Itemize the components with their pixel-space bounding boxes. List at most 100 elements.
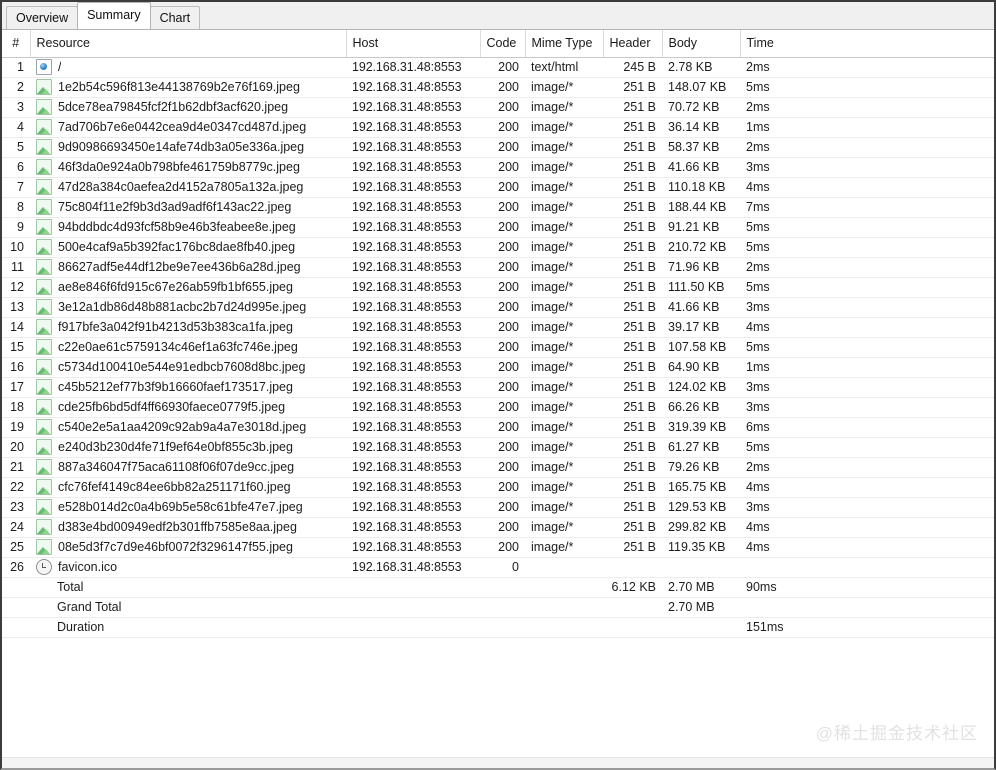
code-cell: 200 bbox=[480, 537, 525, 558]
table-row[interactable]: 12 ae8e846f6fd915c67e26ab59fb1bf655.jpeg 1… bbox=[2, 277, 994, 298]
host-cell: 192.168.31.48:8553 bbox=[346, 177, 480, 198]
table-row[interactable]: 17 c45b5212ef77b3f9b16660faef173517.jpeg 1… bbox=[2, 377, 994, 398]
resource-cell[interactable]: cde25fb6bd5df4ff66930faece0779f5.jpeg bbox=[30, 397, 346, 418]
table-row[interactable]: 1 / 192.168.31.48:8553 200 text/html 245 B 2.7… bbox=[2, 57, 994, 78]
column-header-code[interactable]: Code bbox=[480, 30, 526, 58]
table-row[interactable]: 8 75c804f11e2f9b3d3ad9adf6f143ac22.jpeg 19… bbox=[2, 197, 994, 218]
resource-cell[interactable]: e240d3b230d4fe71f9ef64e0bf855c3b.jpeg bbox=[30, 437, 346, 458]
table-row[interactable]: 21 887a346047f75aca61108f06f07de9cc.jpeg 1… bbox=[2, 457, 994, 478]
resource-cell[interactable]: 1e2b54c596f813e44138769b2e76f169.jpeg bbox=[30, 77, 346, 98]
resource-cell[interactable]: 500e4caf9a5b392fac176bc8dae8fb40.jpeg bbox=[30, 237, 346, 258]
table-row[interactable]: 4 7ad706b7e6e0442cea9d4e0347cd487d.jpeg 19… bbox=[2, 117, 994, 138]
code-cell: 200 bbox=[480, 77, 525, 98]
column-header-header[interactable]: Header bbox=[603, 30, 663, 58]
table-row[interactable]: 24 d383e4bd00949edf2b301ffb7585e8aa.jpeg 1… bbox=[2, 517, 994, 538]
header-size-cell: 251 B bbox=[603, 377, 662, 398]
mime-type-cell: image/* bbox=[525, 157, 603, 178]
table-row[interactable]: 13 3e12a1db86d48b881acbc2b7d24d995e.jpeg 1… bbox=[2, 297, 994, 318]
resource-cell[interactable]: 3e12a1db86d48b881acbc2b7d24d995e.jpeg bbox=[30, 297, 346, 318]
time-cell: 2ms bbox=[740, 457, 994, 478]
time-cell: 5ms bbox=[740, 217, 994, 238]
table-row[interactable]: 23 e528b014d2c0a4b69b5e58c61bfe47e7.jpeg 1… bbox=[2, 497, 994, 518]
resource-cell[interactable]: 75c804f11e2f9b3d3ad9adf6f143ac22.jpeg bbox=[30, 197, 346, 218]
resource-cell[interactable]: e528b014d2c0a4b69b5e58c61bfe47e7.jpeg bbox=[30, 497, 346, 518]
resource-cell[interactable]: d383e4bd00949edf2b301ffb7585e8aa.jpeg bbox=[30, 517, 346, 538]
code-cell: 200 bbox=[480, 517, 525, 538]
column-header-body[interactable]: Body bbox=[662, 30, 741, 58]
time-cell: 2ms bbox=[740, 57, 994, 78]
image-icon bbox=[36, 119, 52, 135]
row-index: 14 bbox=[2, 317, 30, 338]
resource-cell[interactable]: c45b5212ef77b3f9b16660faef173517.jpeg bbox=[30, 377, 346, 398]
resource-cell[interactable]: cfc76fef4149c84ee6bb82a251171f60.jpeg bbox=[30, 477, 346, 498]
table-row[interactable]: 25 08e5d3f7c7d9e46bf0072f3296147f55.jpeg 1… bbox=[2, 537, 994, 558]
resource-cell[interactable]: 46f3da0e924a0b798bfe461759b8779c.jpeg bbox=[30, 157, 346, 178]
resource-cell[interactable]: 94bddbdc4d93fcf58b9e46b3feabee8e.jpeg bbox=[30, 217, 346, 238]
horizontal-scrollbar[interactable] bbox=[2, 757, 994, 768]
resource-cell[interactable]: 887a346047f75aca61108f06f07de9cc.jpeg bbox=[30, 457, 346, 478]
column-header-host[interactable]: Host bbox=[346, 30, 481, 58]
table-row[interactable]: 10 500e4caf9a5b392fac176bc8dae8fb40.jpeg 1… bbox=[2, 237, 994, 258]
image-icon bbox=[36, 319, 52, 335]
table-row[interactable]: 7 47d28a384c0aefea2d4152a7805a132a.jpeg 19… bbox=[2, 177, 994, 198]
row-index: 8 bbox=[2, 197, 30, 218]
resource-cell[interactable]: 9d90986693450e14afe74db3a05e336a.jpeg bbox=[30, 137, 346, 158]
table-row[interactable]: 16 c5734d100410e544e91edbcb7608d8bc.jpeg 1… bbox=[2, 357, 994, 378]
resource-cell[interactable]: ae8e846f6fd915c67e26ab59fb1bf655.jpeg bbox=[30, 277, 346, 298]
resource-cell[interactable]: c540e2e5a1aa4209c92ab9a4a7e3018d.jpeg bbox=[30, 417, 346, 438]
column-header-time[interactable]: Time bbox=[740, 30, 994, 58]
table-row[interactable]: 19 c540e2e5a1aa4209c92ab9a4a7e3018d.jpeg 1… bbox=[2, 417, 994, 438]
tab-summary[interactable]: Summary bbox=[77, 2, 151, 29]
table-row[interactable]: 5 9d90986693450e14afe74db3a05e336a.jpeg 19… bbox=[2, 137, 994, 158]
table-row[interactable]: 20 e240d3b230d4fe71f9ef64e0bf855c3b.jpeg 1… bbox=[2, 437, 994, 458]
mime-type-cell: image/* bbox=[525, 337, 603, 358]
table-row[interactable]: 6 46f3da0e924a0b798bfe461759b8779c.jpeg 19… bbox=[2, 157, 994, 178]
code-cell: 200 bbox=[480, 137, 525, 158]
tab-chart[interactable]: Chart bbox=[149, 6, 201, 29]
column-header-index[interactable]: # bbox=[2, 30, 31, 58]
column-header-resource[interactable]: Resource bbox=[30, 30, 347, 58]
resource-cell[interactable]: 86627adf5e44df12be9e7ee436b6a28d.jpeg bbox=[30, 257, 346, 278]
table-row[interactable]: 9 94bddbdc4d93fcf58b9e46b3feabee8e.jpeg 19… bbox=[2, 217, 994, 238]
table-row[interactable]: 26 favicon.ico 192.168.31.48:8553 0 bbox=[2, 557, 994, 578]
table-row[interactable]: 14 f917bfe3a042f91b4213d53b383ca1fa.jpeg 1… bbox=[2, 317, 994, 338]
header-size-cell: 251 B bbox=[603, 77, 662, 98]
resource-cell[interactable]: / bbox=[30, 57, 346, 78]
resource-cell[interactable]: c5734d100410e544e91edbcb7608d8bc.jpeg bbox=[30, 357, 346, 378]
code-cell: 200 bbox=[480, 437, 525, 458]
column-header-mime-type[interactable]: Mime Type bbox=[525, 30, 604, 58]
table-row[interactable]: 18 cde25fb6bd5df4ff66930faece0779f5.jpeg 1… bbox=[2, 397, 994, 418]
resource-cell[interactable]: f917bfe3a042f91b4213d53b383ca1fa.jpeg bbox=[30, 317, 346, 338]
header-size-cell: 251 B bbox=[603, 97, 662, 118]
host-cell: 192.168.31.48:8553 bbox=[346, 357, 480, 378]
table-row[interactable]: 15 c22e0ae61c5759134c46ef1a63fc746e.jpeg 1… bbox=[2, 337, 994, 358]
resource-cell[interactable]: 47d28a384c0aefea2d4152a7805a132a.jpeg bbox=[30, 177, 346, 198]
body-size-cell: 58.37 KB bbox=[662, 137, 740, 158]
tab-overview[interactable]: Overview bbox=[6, 6, 79, 29]
resource-cell[interactable]: c22e0ae61c5759134c46ef1a63fc746e.jpeg bbox=[30, 337, 346, 358]
mime-type-cell: image/* bbox=[525, 297, 603, 318]
mime-type-cell: image/* bbox=[525, 537, 603, 558]
host-cell: 192.168.31.48:8553 bbox=[346, 397, 480, 418]
summary-mime-cell bbox=[525, 577, 603, 598]
tab-overview-label: Overview bbox=[16, 11, 69, 25]
table-row[interactable]: 22 cfc76fef4149c84ee6bb82a251171f60.jpeg 1… bbox=[2, 477, 994, 498]
resource-cell[interactable]: 7ad706b7e6e0442cea9d4e0347cd487d.jpeg bbox=[30, 117, 346, 138]
host-cell: 192.168.31.48:8553 bbox=[346, 277, 480, 298]
summary-body-size-cell: 2.70 MB bbox=[662, 577, 740, 598]
row-index: 21 bbox=[2, 457, 30, 478]
resource-cell[interactable]: favicon.ico bbox=[30, 557, 346, 578]
table-row[interactable]: 11 86627adf5e44df12be9e7ee436b6a28d.jpeg 1… bbox=[2, 257, 994, 278]
table-row[interactable]: 2 1e2b54c596f813e44138769b2e76f169.jpeg 19… bbox=[2, 77, 994, 98]
resource-table-container[interactable]: # Resource Host Code Mime Type Header Bo… bbox=[2, 30, 994, 757]
summary-label: Duration bbox=[30, 617, 346, 638]
image-icon bbox=[36, 499, 52, 515]
row-index: 26 bbox=[2, 557, 30, 578]
body-size-cell: 124.02 KB bbox=[662, 377, 740, 398]
time-cell: 5ms bbox=[740, 237, 994, 258]
body-size-cell: 41.66 KB bbox=[662, 297, 740, 318]
resource-cell[interactable]: 5dce78ea79845fcf2f1b62dbf3acf620.jpeg bbox=[30, 97, 346, 118]
table-row[interactable]: 3 5dce78ea79845fcf2f1b62dbf3acf620.jpeg 19… bbox=[2, 97, 994, 118]
resource-cell[interactable]: 08e5d3f7c7d9e46bf0072f3296147f55.jpeg bbox=[30, 537, 346, 558]
image-icon bbox=[36, 419, 52, 435]
